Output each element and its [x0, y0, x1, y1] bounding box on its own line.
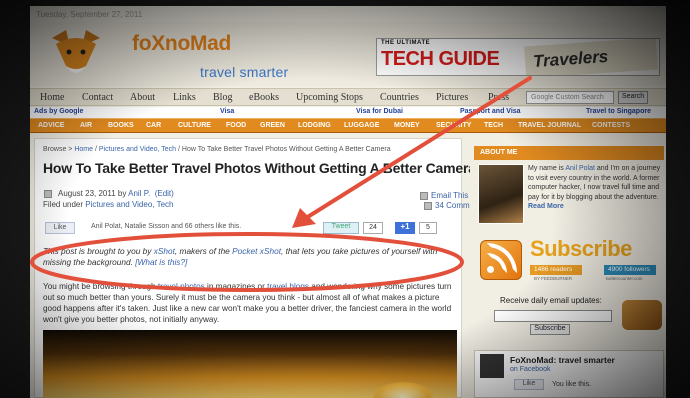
- annotation-arrow-shaft: [304, 76, 532, 220]
- annotation-arrow-head: [292, 208, 316, 228]
- screenshot-stage: Tuesday, September 27, 2011 foXnoMad tra…: [0, 0, 690, 398]
- annotation-ellipse: [30, 232, 464, 292]
- annotation-overlay: [30, 76, 532, 292]
